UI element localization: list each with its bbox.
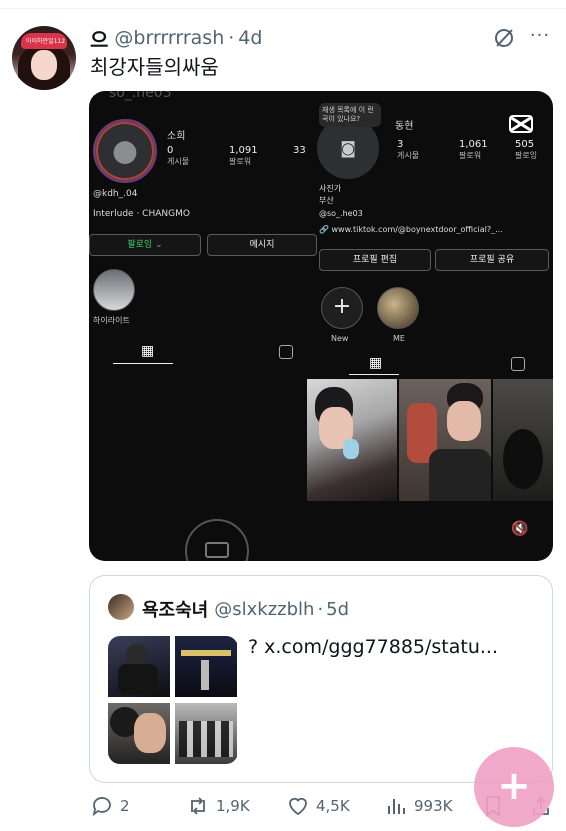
left-highlight-label: 하이라이트 [93,316,130,325]
left-profile-name: 소희 [167,131,186,142]
quoted-tweet[interactable]: 욕조숙녀 @slxkzzblh · 5d ? x.com/ggg77885/st… [89,575,553,783]
views-button[interactable]: 993K [384,794,452,818]
author-name[interactable]: 으 [90,24,108,53]
post-thumbnail [399,379,491,501]
plus-icon: + [497,763,531,810]
tweet-text: 최강자들의싸움 [90,55,219,79]
left-profile-pic: ● [93,119,157,183]
new-highlight-button: + [321,287,363,329]
capcut-logo-icon [509,115,533,133]
quoted-tweet-time: 5d [326,598,350,620]
like-button[interactable]: 4,5K [286,794,350,818]
share-profile-button: 프로필 공유 [435,249,549,271]
quoted-media-thumbnail [175,636,237,697]
retweet-icon [191,797,205,815]
separator-dot: · [228,27,235,49]
camera-button [185,519,249,561]
like-count: 4,5K [316,797,350,815]
left-highlight [93,269,135,311]
more-options-icon[interactable]: ··· [528,26,552,50]
reply-icon [92,797,111,817]
edit-profile-button: 프로필 편집 [319,249,431,271]
tweet-time[interactable]: 4d [238,27,262,49]
grid-icon: ▦ [369,355,383,371]
left-posts-stat: 0 게시물 [167,145,190,166]
right-profile-name: 동현 [395,121,414,132]
media-right-profile: ◙ 재생 목록에 이 런 곡이 있나요? 동현 3 게시물 1,061 팔로워 … [307,91,553,561]
right-following-stat: 505 팔로잉 [515,139,538,160]
me-highlight [377,287,419,329]
right-followers-stat: 1,061 팔로워 [459,139,488,160]
follow-button: 팔로잉 ⌄ [89,234,201,256]
quoted-author-handle: @slxkzzblh [214,598,315,620]
avatar-cap-text: 아이하얀일112 [26,38,66,45]
quoted-author-avatar[interactable] [108,594,134,620]
left-music: Interlude · CHANGMO [93,209,190,219]
new-highlight-label: New [331,334,349,343]
right-posts-stat: 3 게시물 [397,139,420,160]
post-thumbnail [493,379,553,501]
right-bio-line2: 부산 [319,196,334,205]
views-icon [388,799,405,814]
compose-fab-button[interactable]: + [474,747,554,827]
link-icon: 🔗 [319,225,332,234]
tagged-icon [511,357,525,371]
author-handle[interactable]: @brrrrrrash [114,27,224,49]
quoted-media-thumbnail [175,703,237,764]
quoted-tweet-text: ? x.com/ggg77885/statu... [248,636,499,658]
tweet-media[interactable]: so_.he03 ● 소희 0 게시물 1,091 팔로워 33 @kdh_.0… [89,91,553,561]
me-highlight-label: ME [393,334,405,343]
tab-underline [113,363,173,364]
quoted-media-thumbnail [108,703,170,764]
left-following-stat: 33 [293,145,306,156]
grok-icon[interactable] [492,26,516,50]
tagged-icon [279,345,293,359]
tweet-header: 으 @brrrrrrash · 4d [90,24,262,53]
grid-icon: ▦ [141,343,155,359]
camera-icon: ◙ [340,138,356,158]
quoted-media-grid[interactable] [108,636,238,764]
left-username: @kdh_.04 [93,189,138,199]
heart-icon [289,797,307,816]
separator-dot: · [317,598,324,620]
reply-count: 2 [120,797,130,815]
right-link: 🔗 www.tiktok.com/@boynextdoor_official?_… [319,225,503,234]
message-button: 메시지 [207,234,317,256]
retweet-button[interactable]: 1,9K [186,794,250,818]
reply-button[interactable]: 2 [90,794,130,818]
right-username: @so_.he03 [319,209,363,218]
mute-icon[interactable]: 🔇 [511,521,528,537]
person-icon: ● [111,133,139,169]
media-left-profile: ● 소희 0 게시물 1,091 팔로워 33 @kdh_.04 Interlu… [89,91,317,561]
top-divider [0,8,566,9]
left-followers-stat: 1,091 팔로워 [229,145,258,166]
tooltip-bubble: 재생 목록에 이 런 곡이 있나요? [319,103,381,127]
author-avatar[interactable]: 아이하얀일112 [12,26,76,90]
quoted-tweet-header: 욕조숙녀 @slxkzzblh · 5d [142,596,349,622]
quoted-author-name: 욕조숙녀 [142,600,209,621]
views-count: 993K [414,797,453,815]
post-thumbnail [307,379,397,501]
quoted-media-thumbnail [108,636,170,697]
tab-underline [349,374,399,375]
right-bio-line1: 사진가 [319,184,342,193]
retweet-count: 1,9K [216,797,250,815]
